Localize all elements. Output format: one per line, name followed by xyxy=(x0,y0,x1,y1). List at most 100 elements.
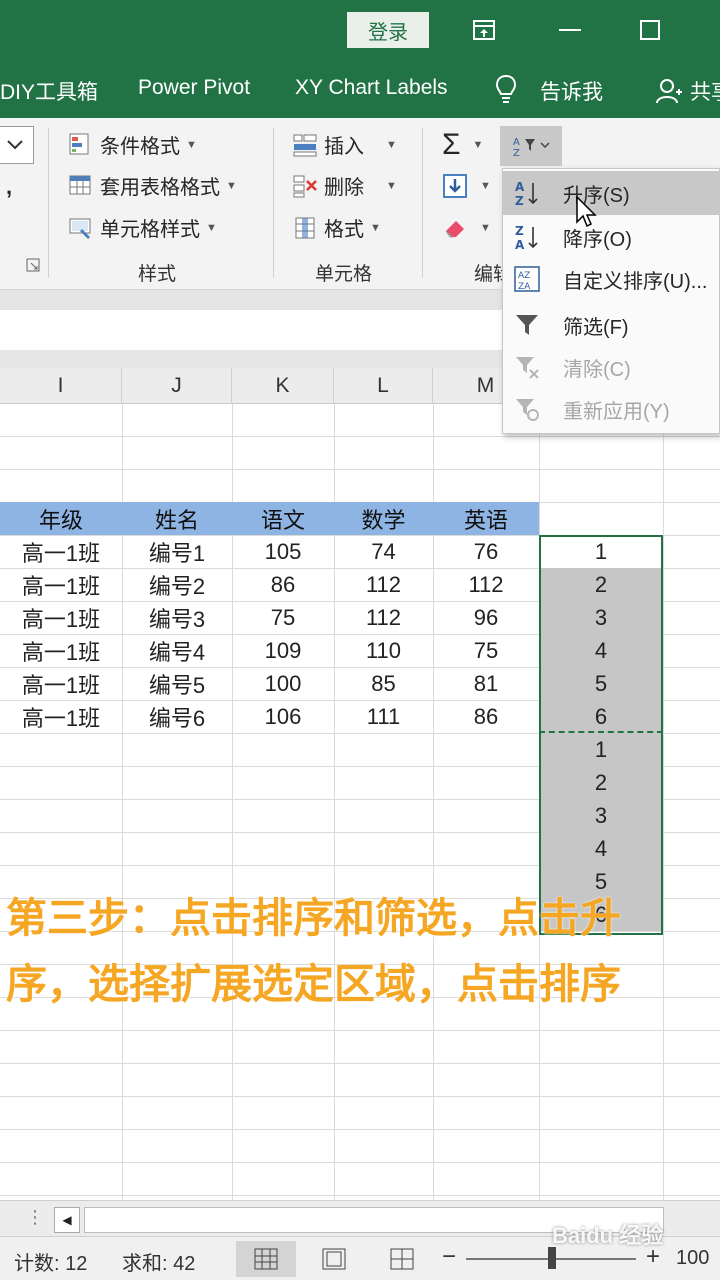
share-person-icon xyxy=(656,78,682,110)
table-cell[interactable]: 编号5 xyxy=(122,667,232,700)
table-header-grade[interactable]: 年级 xyxy=(0,502,122,535)
autosum-button[interactable]: Σ ▼ xyxy=(442,128,483,162)
helper-cell[interactable]: 5 xyxy=(539,667,663,700)
helper-cell[interactable]: 2 xyxy=(539,766,663,799)
table-cell[interactable]: 高一1班 xyxy=(0,601,122,634)
table-cell[interactable]: 高一1班 xyxy=(0,634,122,667)
delete-cells-button[interactable]: 删除 ▼ xyxy=(292,171,397,200)
format-as-table-icon xyxy=(68,173,94,199)
ribbon-separator xyxy=(48,128,49,278)
table-cell[interactable]: 112 xyxy=(334,601,433,634)
table-cell[interactable]: 76 xyxy=(433,535,539,568)
maximize-icon[interactable] xyxy=(636,16,664,44)
table-cell[interactable]: 106 xyxy=(232,700,334,733)
helper-cell[interactable]: 4 xyxy=(539,634,663,667)
font-size-dropdown[interactable] xyxy=(0,126,34,164)
table-cell[interactable]: 高一1班 xyxy=(0,535,122,568)
table-cell[interactable]: 高一1班 xyxy=(0,700,122,733)
svg-text:A: A xyxy=(513,137,520,148)
spreadsheet-grid[interactable]: 年级 姓名 语文 数学 英语 高一1班 编号1 105 74 76 高一1班 编… xyxy=(0,404,720,1204)
tab-power-pivot[interactable]: Power Pivot xyxy=(138,76,250,100)
format-cells-button[interactable]: 格式 ▼ xyxy=(292,213,381,242)
table-cell[interactable]: 110 xyxy=(334,634,433,667)
menu-item-sort-ascending[interactable]: AZ 升序(S) xyxy=(503,171,720,215)
table-header-english[interactable]: 英语 xyxy=(433,502,539,535)
table-header-chinese[interactable]: 语文 xyxy=(232,502,334,535)
table-cell[interactable]: 编号6 xyxy=(122,700,232,733)
table-cell[interactable]: 96 xyxy=(433,601,539,634)
table-cell[interactable]: 100 xyxy=(232,667,334,700)
helper-cell[interactable]: 4 xyxy=(539,832,663,865)
table-cell[interactable]: 81 xyxy=(433,667,539,700)
helper-cell[interactable]: 3 xyxy=(539,601,663,634)
helper-cell[interactable]: 6 xyxy=(539,700,663,733)
insert-cells-button[interactable]: 插入 ▼ xyxy=(292,130,397,159)
svg-text:ZA: ZA xyxy=(518,282,531,292)
table-cell[interactable]: 高一1班 xyxy=(0,568,122,601)
comma-style-icon[interactable]: , xyxy=(6,174,12,200)
clear-button[interactable]: ▼ xyxy=(442,215,491,241)
tab-share[interactable]: 共享 xyxy=(690,76,720,106)
login-button[interactable]: 登录 xyxy=(347,12,429,48)
table-cell[interactable]: 75 xyxy=(433,634,539,667)
page-break-view-button[interactable] xyxy=(372,1241,432,1277)
column-header-j[interactable]: J xyxy=(122,368,232,404)
tutorial-caption-line-2: 序，选择扩展选定区域，点击排序 xyxy=(6,960,621,1008)
helper-cell[interactable]: 3 xyxy=(539,799,663,832)
tab-tell-me[interactable]: 告诉我 xyxy=(540,76,603,106)
sort-filter-button[interactable]: AZ xyxy=(500,126,562,166)
dialog-launcher-icon[interactable] xyxy=(26,258,40,272)
sheet-tab-splitter-icon[interactable]: ⋮ xyxy=(26,1207,44,1228)
table-cell[interactable]: 85 xyxy=(334,667,433,700)
normal-view-button[interactable] xyxy=(236,1241,296,1277)
column-header-i[interactable]: I xyxy=(0,368,122,404)
table-cell[interactable]: 74 xyxy=(334,535,433,568)
table-cell[interactable]: 111 xyxy=(334,700,433,733)
table-cell[interactable]: 109 xyxy=(232,634,334,667)
column-header-k[interactable]: K xyxy=(232,368,334,404)
table-cell[interactable]: 编号4 xyxy=(122,634,232,667)
menu-item-clear[interactable]: 清除(C) xyxy=(503,345,720,389)
table-cell[interactable]: 112 xyxy=(334,568,433,601)
cell-styles-button[interactable]: 单元格样式 ▼ xyxy=(68,213,217,242)
table-cell[interactable]: 86 xyxy=(232,568,334,601)
helper-cell[interactable]: 2 xyxy=(539,568,663,601)
lightbulb-icon xyxy=(494,74,518,110)
sort-filter-menu: AZ 升序(S) ZA 降序(O) AZ ZA 自定义排序(U)... 筛选(F)… xyxy=(502,168,720,434)
table-cell[interactable]: 编号3 xyxy=(122,601,232,634)
menu-item-custom-sort[interactable]: AZ ZA 自定义排序(U)... xyxy=(503,257,720,301)
format-cells-label: 格式 xyxy=(324,219,364,241)
fill-button[interactable]: ▼ xyxy=(442,173,491,199)
table-cell[interactable]: 105 xyxy=(232,535,334,568)
autosum-icon: Σ xyxy=(442,128,461,161)
zoom-out-icon[interactable]: − xyxy=(442,1243,456,1271)
zoom-level[interactable]: 100 xyxy=(676,1247,709,1270)
format-as-table-button[interactable]: 套用表格格式 ▼ xyxy=(68,171,237,200)
menu-item-label: 筛选(F) xyxy=(563,316,629,339)
page-layout-view-button[interactable] xyxy=(304,1241,364,1277)
menu-item-reapply[interactable]: 重新应用(Y) xyxy=(503,387,720,431)
tab-xy-chart-labels[interactable]: XY Chart Labels xyxy=(295,76,448,100)
table-cell[interactable]: 112 xyxy=(433,568,539,601)
tab-diy-toolbox[interactable]: DIY工具箱 xyxy=(0,76,98,106)
menu-item-sort-descending[interactable]: ZA 降序(O) xyxy=(503,215,720,259)
table-cell[interactable]: 编号2 xyxy=(122,568,232,601)
table-cell[interactable]: 75 xyxy=(232,601,334,634)
table-cell[interactable]: 86 xyxy=(433,700,539,733)
conditional-formatting-button[interactable]: 条件格式 ▼ xyxy=(68,130,197,159)
table-header-math[interactable]: 数学 xyxy=(334,502,433,535)
column-header-l[interactable]: L xyxy=(334,368,433,404)
helper-cell[interactable]: 1 xyxy=(539,733,663,766)
gridline xyxy=(663,404,664,1204)
table-cell[interactable]: 编号1 xyxy=(122,535,232,568)
format-cells-icon xyxy=(292,215,318,241)
table-cell[interactable]: 高一1班 xyxy=(0,667,122,700)
helper-cell[interactable]: 1 xyxy=(539,535,663,568)
table-header-name[interactable]: 姓名 xyxy=(122,502,232,535)
menu-item-filter[interactable]: 筛选(F) xyxy=(503,303,720,347)
zoom-slider-thumb[interactable] xyxy=(548,1247,556,1269)
minimize-icon[interactable] xyxy=(556,16,584,44)
gridline xyxy=(0,1063,720,1064)
scroll-left-button[interactable]: ◀ xyxy=(54,1207,80,1233)
ribbon-display-options-icon[interactable] xyxy=(470,16,498,44)
